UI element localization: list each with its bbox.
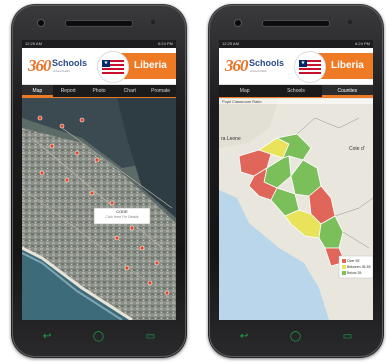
sensor-dot — [348, 20, 352, 24]
recent-apps-icon[interactable]: ▭ — [343, 332, 352, 342]
school-marker[interactable] — [64, 177, 70, 183]
tab-photo[interactable]: Photo — [84, 85, 115, 97]
phone-left: 12:25 AM 6:24 PM 360 Schools school find… — [11, 4, 187, 358]
place-label: ra Leone — [221, 136, 241, 142]
speaker-grille — [262, 20, 330, 27]
status-network: 6:24 PM — [355, 41, 370, 46]
nav-bar: ↩ ◯ ▭ — [219, 324, 373, 350]
phone-right: 12:25 AM 6:24 PM 360 Schools school find… — [208, 4, 384, 358]
legend-swatch-between — [342, 265, 346, 269]
logo-name: Schools — [52, 58, 88, 68]
logo-number: 360 — [28, 56, 51, 75]
home-icon[interactable]: ◯ — [290, 332, 301, 342]
status-time: 12:25 AM — [25, 41, 42, 46]
school-marker[interactable] — [114, 235, 120, 241]
status-bar: 12:25 AM 6:24 PM — [219, 40, 373, 48]
status-time: 12:25 AM — [222, 41, 239, 46]
tab-chart[interactable]: Chart — [114, 85, 145, 97]
liberia-flag-icon: ★ — [299, 60, 321, 74]
tab-map[interactable]: Map — [219, 85, 270, 97]
country-selector[interactable]: ★ Liberia — [294, 51, 373, 83]
home-icon[interactable]: ◯ — [93, 332, 104, 342]
popup-subtitle: Click Here For Details — [105, 215, 139, 219]
school-marker[interactable] — [39, 170, 45, 176]
county-map[interactable]: Pupil Classroom Ratio ra Leone Cote d' O… — [219, 98, 373, 320]
school-marker[interactable] — [139, 245, 145, 251]
legend-labels: Over 55 Between 35-55 Below 35 — [347, 258, 371, 276]
app-header: 360 Schools school finder ★ Liberia — [219, 48, 373, 85]
logo-name: Schools — [249, 58, 285, 68]
logo-tagline: school finder — [250, 69, 268, 73]
country-name: Liberia — [134, 60, 167, 71]
map-title: Pupil Classroom Ratio — [219, 99, 373, 104]
school-marker[interactable] — [37, 115, 43, 121]
logo-tagline: school finder — [53, 69, 71, 73]
tab-bar: Map Schools Counties — [219, 85, 373, 99]
place-label: Cote d' — [349, 146, 365, 152]
school-marker[interactable] — [59, 123, 65, 129]
tab-report[interactable]: Report — [53, 85, 84, 97]
country-name: Liberia — [331, 60, 364, 71]
nav-bar: ↩ ◯ ▭ — [22, 324, 176, 350]
school-marker[interactable] — [79, 117, 85, 123]
school-marker[interactable] — [74, 150, 80, 156]
school-marker[interactable] — [124, 265, 130, 271]
brand-logo[interactable]: 360 Schools school finder — [225, 56, 285, 76]
tab-map[interactable]: Map — [22, 85, 53, 97]
school-marker[interactable] — [109, 200, 115, 206]
school-marker[interactable] — [147, 280, 153, 286]
flag-badge: ★ — [294, 51, 326, 83]
popup-title: CODE — [116, 209, 128, 214]
country-selector[interactable]: ★ Liberia — [97, 51, 176, 83]
satellite-map[interactable]: CODE Click Here For Details — [22, 98, 176, 320]
screen-right: 12:25 AM 6:24 PM 360 Schools school find… — [219, 40, 373, 320]
school-marker[interactable] — [49, 143, 55, 149]
legend-swatch-below — [342, 271, 346, 275]
back-icon[interactable]: ↩ — [240, 332, 248, 342]
back-icon[interactable]: ↩ — [43, 332, 51, 342]
school-marker[interactable] — [94, 157, 100, 163]
screen-left: 12:25 AM 6:24 PM 360 Schools school find… — [22, 40, 176, 320]
school-marker[interactable] — [129, 225, 135, 231]
flag-badge: ★ — [97, 51, 129, 83]
tab-promate[interactable]: Promate — [145, 85, 176, 97]
status-network: 6:24 PM — [158, 41, 173, 46]
sensor-dot — [151, 20, 155, 24]
school-marker[interactable] — [89, 190, 95, 196]
liberia-flag-icon: ★ — [102, 60, 124, 74]
camera-icon — [37, 19, 45, 27]
map-popup-content[interactable]: CODE Click Here For Details — [94, 208, 150, 224]
recent-apps-icon[interactable]: ▭ — [146, 332, 155, 342]
tab-counties[interactable]: Counties — [321, 85, 373, 97]
status-bar: 12:25 AM 6:24 PM — [22, 40, 176, 48]
legend-swatch-over — [342, 259, 346, 263]
brand-logo[interactable]: 360 Schools school finder — [28, 56, 88, 76]
tab-bar: Map Report Photo Chart Promate — [22, 85, 176, 99]
legend-label: Below 35 — [347, 271, 362, 275]
tab-schools[interactable]: Schools — [270, 85, 321, 97]
school-marker[interactable] — [164, 290, 170, 296]
app-header: 360 Schools school finder ★ Liberia — [22, 48, 176, 85]
county-map-image — [219, 98, 373, 320]
speaker-grille — [65, 20, 133, 27]
school-marker[interactable] — [154, 260, 160, 266]
logo-number: 360 — [225, 56, 248, 75]
camera-icon — [234, 19, 242, 27]
